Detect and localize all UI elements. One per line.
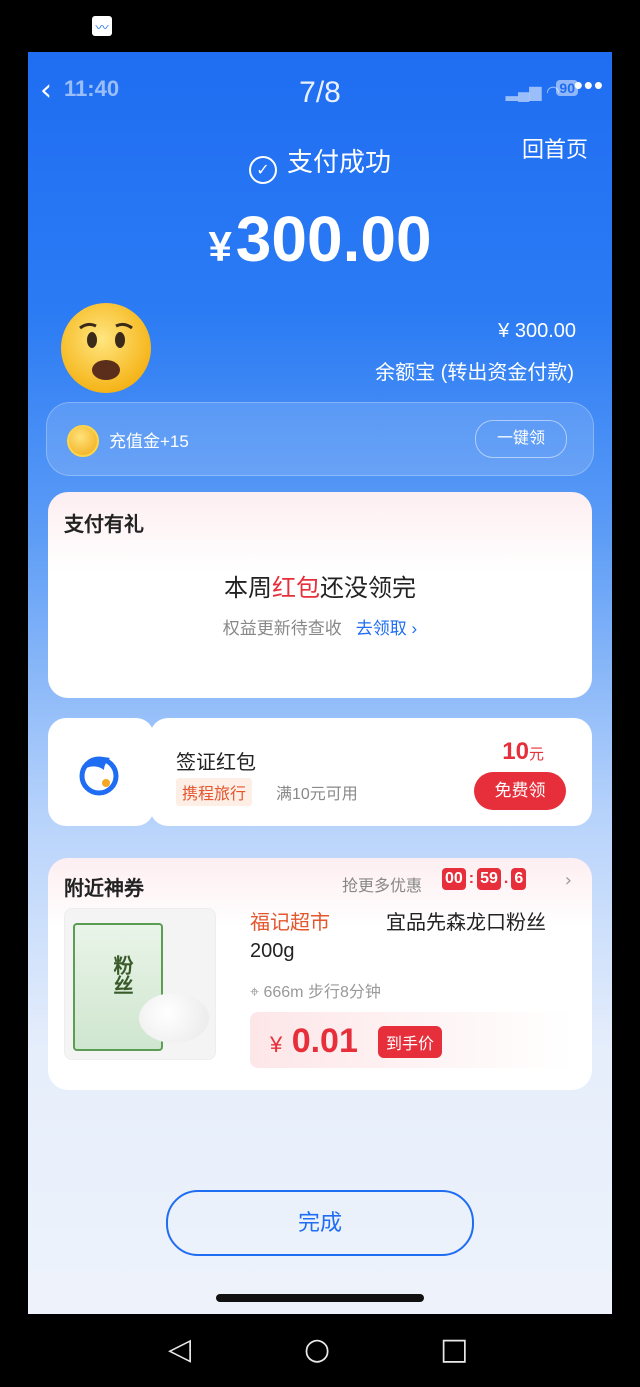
check-circle-icon: ✓: [248, 156, 277, 184]
visa-condition: 满10元可用: [276, 786, 358, 803]
bag-label: 粉丝: [110, 955, 132, 995]
location-pin-icon: ⌖: [250, 984, 264, 1001]
noodle-bundle-image: [139, 993, 209, 1043]
notification-app-icon: 〰: [92, 16, 112, 36]
gift-headline-suffix: 还没领完: [320, 575, 416, 602]
status-bar: ‹ 11:40 7/8 ▂▄▆ ◠ 90 •••: [28, 70, 612, 109]
payment-amount: ¥300.00: [28, 202, 612, 276]
gift-card[interactable]: 支付有礼 本周红包还没领完 权益更新待查收 去领取 ›: [48, 492, 592, 698]
nearby-coupons-card[interactable]: 附近神券 抢更多优惠 00:59. 6 › 粉丝 福记超市 宜品先森龙口粉丝 20…: [48, 858, 592, 1090]
product-weight: 200g: [250, 940, 295, 962]
nearby-title: 附近神券: [64, 878, 144, 900]
product-name: 宜品先森龙口粉丝: [386, 912, 546, 934]
success-text: 支付成功: [286, 147, 391, 177]
more-deals-link[interactable]: 抢更多优惠: [342, 872, 422, 896]
countdown-timer: 00:59. 6: [442, 868, 527, 890]
timer-seconds: 6: [511, 868, 527, 890]
gift-claim-link[interactable]: 去领取 ›: [356, 619, 417, 638]
frowning-face-emoji-icon: [61, 303, 151, 393]
visa-value-number: 10: [502, 738, 529, 765]
app-screen: ‹ 11:40 7/8 ▂▄▆ ◠ 90 ••• 回首页 ✓ 支付成功 ¥300.…: [28, 52, 612, 1314]
product-price: ¥ 0.01: [270, 1022, 358, 1061]
coin-icon: [67, 425, 99, 457]
payment-source: 余额宝 (转出资金付款): [375, 362, 574, 384]
more-icon[interactable]: •••: [574, 70, 604, 101]
home-indicator[interactable]: [216, 1294, 424, 1302]
chevron-right-icon[interactable]: ›: [565, 870, 572, 891]
gift-headline-highlight: 红包: [272, 575, 320, 602]
currency-symbol: ¥: [208, 223, 232, 270]
free-claim-button[interactable]: 免费领: [474, 772, 566, 810]
bonus-text: 充值金+15: [109, 432, 189, 451]
claim-all-button[interactable]: 一键领: [475, 420, 567, 458]
gift-subtitle-row: 权益更新待查收 去领取 ›: [48, 614, 592, 639]
payment-success-title: ✓ 支付成功: [28, 142, 612, 184]
gift-headline-prefix: 本周: [224, 575, 272, 602]
done-button[interactable]: 完成: [166, 1190, 474, 1256]
paid-amount: ¥ 300.00: [498, 320, 576, 342]
amount-value: 300.00: [235, 203, 432, 275]
price-tag-badge: 到手价: [378, 1026, 443, 1058]
product-distance: ⌖ 666m 步行8分钟: [250, 978, 381, 1002]
bonus-banner: 充值金+15 一键领: [46, 402, 594, 476]
dolphin-logo-icon: [79, 756, 119, 796]
gift-headline: 本周红包还没领完: [48, 568, 592, 603]
timer-hours: 00: [442, 868, 466, 890]
visa-value-unit: 元: [528, 746, 544, 763]
nav-recents-icon[interactable]: □: [440, 1332, 468, 1367]
android-nav-bar: ◁ ○ □: [0, 1314, 640, 1387]
visa-coupon-card[interactable]: 签证红包 携程旅行 满10元可用 10元 免费领: [48, 718, 592, 826]
store-name: 福记超市: [250, 912, 330, 934]
visa-title: 签证红包: [176, 752, 256, 774]
gift-card-title: 支付有礼: [64, 514, 144, 536]
gift-subtitle: 权益更新待查收: [222, 619, 342, 638]
nav-back-icon[interactable]: ◁: [168, 1332, 191, 1367]
timer-dot: .: [503, 870, 509, 887]
price-value: 0.01: [291, 1022, 358, 1060]
timer-colon: :: [468, 870, 475, 887]
nav-home-icon[interactable]: ○: [304, 1332, 330, 1367]
timer-minutes: 59: [477, 868, 501, 890]
visa-value: 10元: [502, 738, 544, 766]
product-image[interactable]: 粉丝: [64, 908, 216, 1060]
visa-logo-panel: [48, 718, 154, 826]
visa-brand-tag: 携程旅行: [176, 778, 253, 806]
distance-text: 666m 步行8分钟: [263, 984, 381, 1001]
visa-info-panel: 签证红包 携程旅行 满10元可用 10元 免费领: [150, 718, 592, 826]
signal-wifi-icon: ▂▄▆ ◠: [505, 84, 560, 101]
price-bar[interactable]: ¥ 0.01 到手价: [250, 1012, 574, 1068]
price-currency: ¥: [270, 1032, 283, 1057]
